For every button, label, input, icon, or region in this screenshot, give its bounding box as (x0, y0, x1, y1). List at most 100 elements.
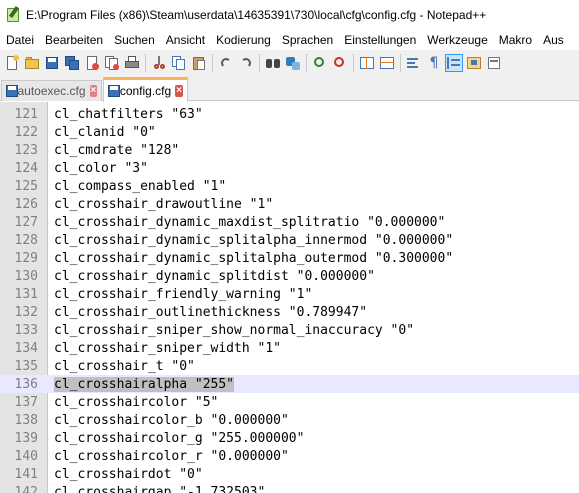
line-text: cl_compass_enabled "1" (54, 178, 227, 194)
new-file-button[interactable] (3, 54, 21, 72)
line-number: 125 (14, 178, 38, 194)
tab-label: autoexec.cfg (17, 84, 86, 98)
menu-bearbeiten[interactable]: Bearbeiten (39, 33, 108, 47)
replace-button[interactable] (284, 54, 302, 72)
tab-label: config.cfg (119, 84, 172, 98)
line-text: cl_crosshair_dynamic_splitdist "0.000000… (54, 268, 375, 284)
notepad-plus-plus-icon (5, 5, 21, 23)
show-all-chars-button[interactable]: ¶ (425, 54, 443, 72)
line-number: 133 (14, 322, 38, 338)
find-button[interactable] (264, 54, 282, 72)
zoom-in-button[interactable] (311, 54, 329, 72)
code-line: 134 cl_crosshair_sniper_width "1" (0, 339, 579, 357)
undo-icon (218, 55, 234, 71)
code-line: 133 cl_crosshair_sniper_show_normal_inacc… (0, 321, 579, 339)
save-all-button[interactable] (63, 54, 81, 72)
menu-ausfuehren[interactable]: Aus (537, 33, 569, 47)
tab-close-icon[interactable]: × (89, 85, 97, 97)
menu-suchen[interactable]: Suchen (108, 33, 160, 47)
open-file-button[interactable] (23, 54, 41, 72)
copy-icon (171, 55, 187, 71)
undo-button[interactable] (217, 54, 235, 72)
saved-file-icon (108, 85, 120, 97)
line-number: 128 (14, 232, 38, 248)
close-all-button[interactable] (103, 54, 121, 72)
word-wrap-icon (406, 55, 422, 71)
sync-horizontal-icon (379, 55, 395, 71)
print-icon (124, 55, 140, 71)
line-number: 129 (14, 250, 38, 266)
code-line: 125 cl_compass_enabled "1" (0, 177, 579, 195)
toolbar-separator (212, 54, 213, 72)
line-number: 139 (14, 430, 38, 446)
code-line: 135 cl_crosshair_t "0" (0, 357, 579, 375)
open-file-icon (24, 55, 40, 71)
menu-werkzeuge[interactable]: Werkzeuge (421, 33, 492, 47)
selected-text[interactable]: cl_crosshairalpha "255" (54, 376, 235, 392)
code-line: 123 cl_cmdrate "128" (0, 141, 579, 159)
indent-guide-button[interactable] (445, 54, 463, 72)
line-text: cl_crosshair_dynamic_maxdist_splitratio … (54, 214, 446, 230)
line-number: 124 (14, 160, 38, 176)
tab-bar: autoexec.cfg × config.cfg × (0, 76, 579, 102)
paste-icon (191, 55, 207, 71)
save-button[interactable] (43, 54, 61, 72)
line-text: cl_crosshair_friendly_warning "1" (54, 286, 313, 302)
close-button[interactable] (83, 54, 101, 72)
line-text: cl_crosshair_drawoutline "1" (54, 196, 274, 212)
menu-ansicht[interactable]: Ansicht (160, 33, 210, 47)
zoom-out-button[interactable] (331, 54, 349, 72)
code-line: 129 cl_crosshair_dynamic_splitalpha_outer… (0, 249, 579, 267)
tab-config[interactable]: config.cfg × (103, 77, 188, 102)
sync-vertical-icon (359, 55, 375, 71)
line-number: 134 (14, 340, 38, 356)
line-number: 121 (14, 106, 38, 122)
code-line: 124 cl_color "3" (0, 159, 579, 177)
line-text: cl_crosshair_sniper_show_normal_inaccura… (54, 322, 415, 338)
copy-button[interactable] (170, 54, 188, 72)
code-line: 138 cl_crosshaircolor_b "0.000000" (0, 411, 579, 429)
word-wrap-button[interactable] (405, 54, 423, 72)
paste-button[interactable] (190, 54, 208, 72)
line-text: cl_crosshaircolor_r "0.000000" (54, 448, 289, 464)
line-number: 140 (14, 448, 38, 464)
code-line: 126 cl_crosshair_drawoutline "1" (0, 195, 579, 213)
save-all-icon (64, 55, 80, 71)
menu-bar: Datei Bearbeiten Suchen Ansicht Kodierun… (0, 30, 579, 50)
line-text: cl_color "3" (54, 160, 148, 176)
doc-map-button[interactable] (465, 54, 483, 72)
code-area[interactable]: 121 cl_chatfilters "63" 122 cl_clanid "0" … (0, 105, 579, 493)
menu-einstellungen[interactable]: Einstellungen (338, 33, 421, 47)
code-line: 137 cl_crosshaircolor "5" (0, 393, 579, 411)
line-text: cl_cmdrate "128" (54, 142, 180, 158)
line-number: 138 (14, 412, 38, 428)
menu-datei[interactable]: Datei (0, 33, 39, 47)
code-line: 122 cl_clanid "0" (0, 123, 579, 141)
title-bar: E:\Program Files (x86)\Steam\userdata\14… (0, 0, 579, 30)
code-line: 130 cl_crosshair_dynamic_splitdist "0.000… (0, 267, 579, 285)
line-number: 122 (14, 124, 38, 140)
line-text: cl_crosshair_outlinethickness "0.789947" (54, 304, 368, 320)
sync-vertical-button[interactable] (358, 54, 376, 72)
toolbar-separator (259, 54, 260, 72)
menu-kodierung[interactable]: Kodierung (210, 33, 276, 47)
sync-horizontal-button[interactable] (378, 54, 396, 72)
tab-autoexec[interactable]: autoexec.cfg × (1, 80, 102, 101)
code-line: 141 cl_crosshairdot "0" (0, 465, 579, 483)
line-text: cl_crosshairgap "-1.732503" (54, 484, 266, 493)
menu-makro[interactable]: Makro (493, 33, 537, 47)
print-button[interactable] (123, 54, 141, 72)
line-text: cl_crosshair_t "0" (54, 358, 195, 374)
tab-close-icon[interactable]: × (175, 85, 183, 97)
redo-button[interactable] (237, 54, 255, 72)
show-all-chars-icon: ¶ (429, 55, 439, 71)
editor[interactable]: 121 cl_chatfilters "63" 122 cl_clanid "0" … (0, 102, 579, 493)
line-number: 126 (14, 196, 38, 212)
save-icon (44, 55, 60, 71)
toolbar-separator (353, 54, 354, 72)
cut-button[interactable] (150, 54, 168, 72)
toolbar-separator (306, 54, 307, 72)
zoom-in-icon (312, 55, 328, 71)
menu-sprachen[interactable]: Sprachen (276, 33, 338, 47)
function-list-button[interactable] (485, 54, 503, 72)
